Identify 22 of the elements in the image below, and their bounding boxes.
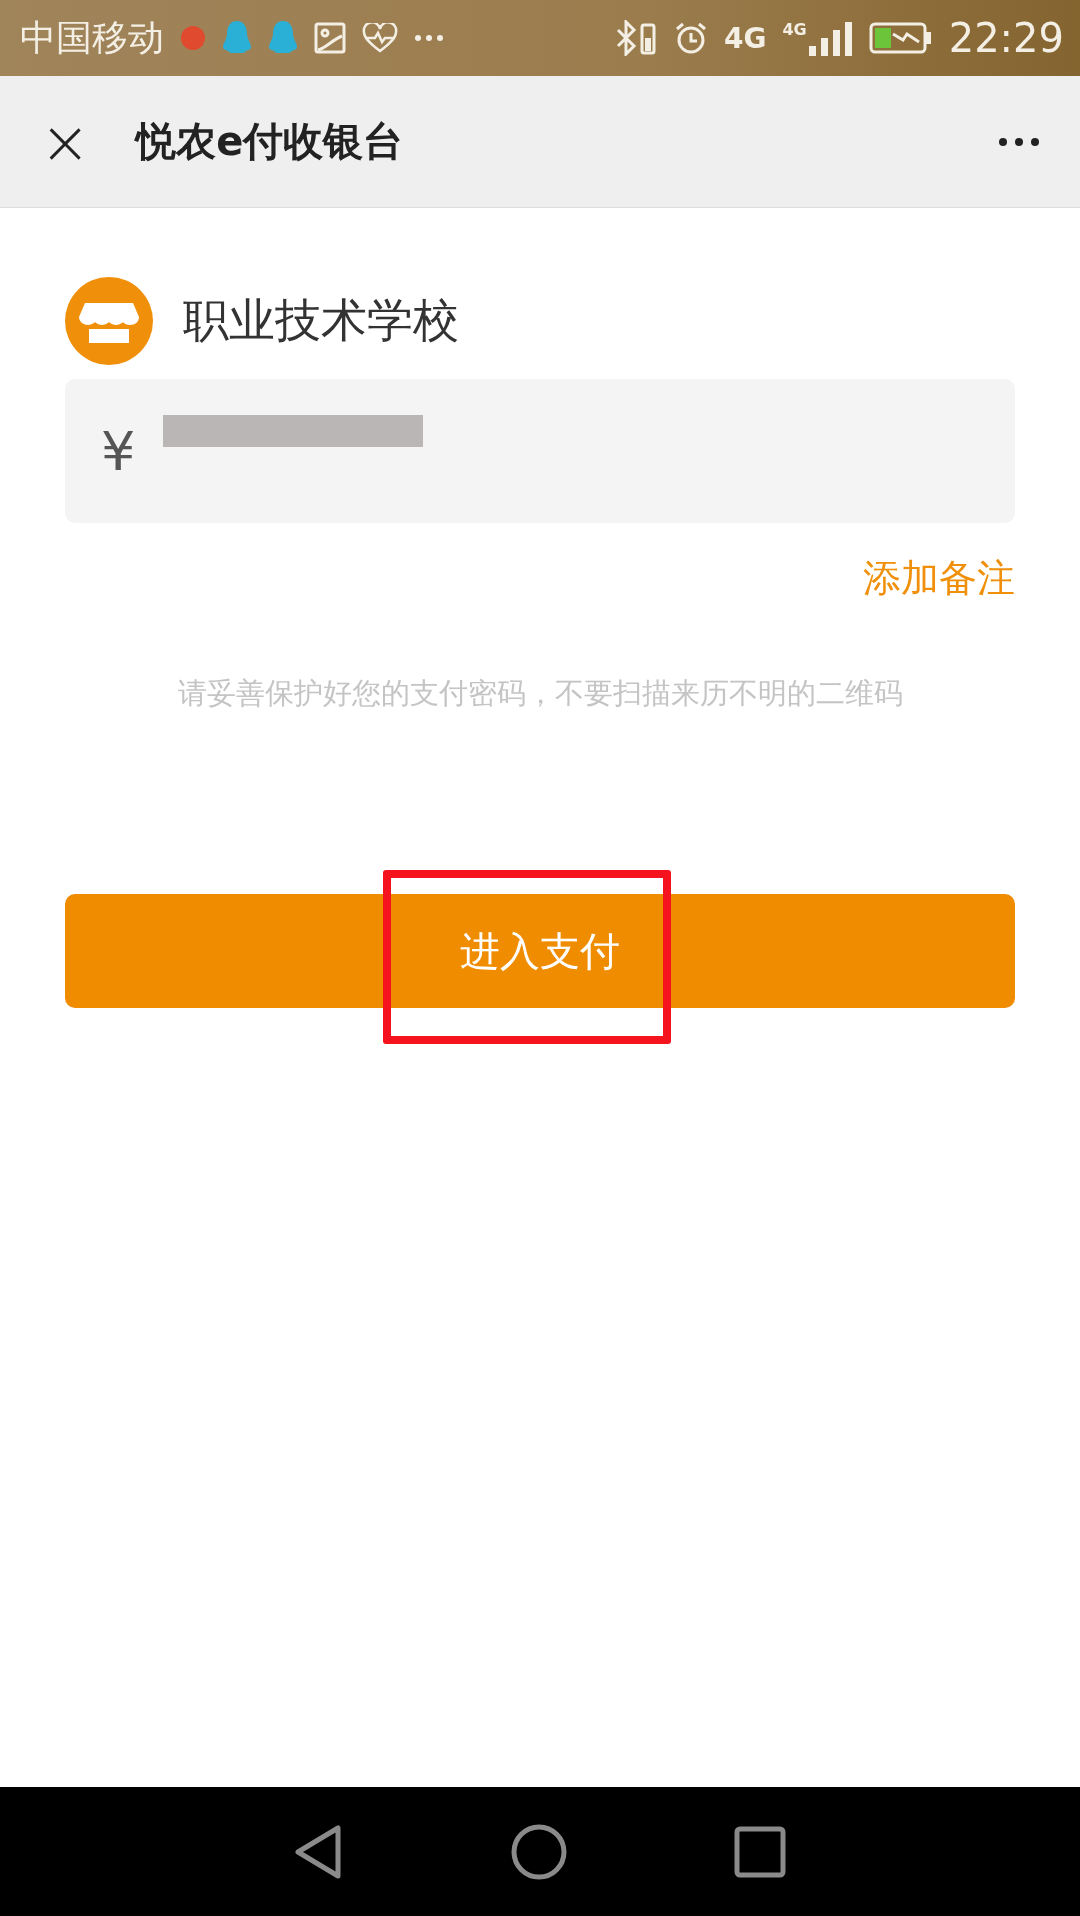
store-icon: [65, 277, 153, 365]
image-icon: [314, 22, 346, 54]
bluetooth-icon: [614, 20, 658, 56]
carrier-name: 中国移动: [20, 15, 164, 60]
alarm-clock-icon: [674, 21, 708, 55]
back-icon[interactable]: [294, 1823, 344, 1880]
close-button[interactable]: ×: [30, 111, 101, 172]
network-label: 4G: [724, 21, 767, 55]
battery-icon: [868, 22, 933, 54]
heart-rate-icon: [362, 23, 398, 53]
signal-icon: [806, 20, 853, 56]
security-hint: 请妥善保护好您的支付密码，不要扫描来历不明的二维码: [176, 675, 904, 712]
network-label: 4G: [782, 20, 807, 39]
recent-apps-icon[interactable]: [734, 1825, 786, 1878]
page-title: 悦农e付收银台: [136, 117, 405, 166]
more-icon: [414, 34, 444, 42]
merchant-name: 职业技术学校: [183, 292, 459, 349]
clock-time: 22:29: [948, 15, 1064, 61]
home-icon[interactable]: [510, 1822, 568, 1881]
recording-dot-icon: [180, 25, 206, 51]
amount-field[interactable]: ¥: [65, 379, 1015, 523]
more-menu-icon[interactable]: [998, 136, 1040, 147]
